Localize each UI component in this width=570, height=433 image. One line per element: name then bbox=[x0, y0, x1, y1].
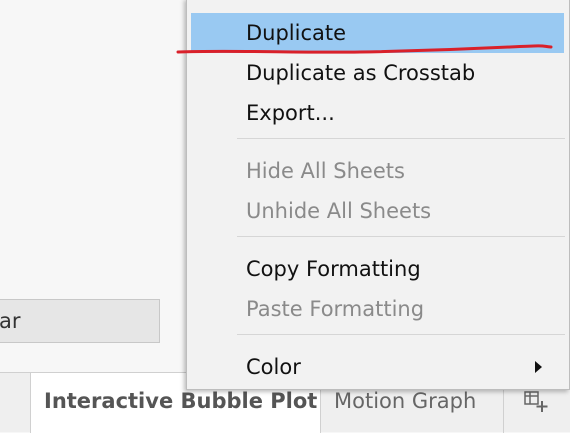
menu-separator bbox=[237, 138, 565, 139]
menu-item-unhide-all-sheets: Unhide All Sheets bbox=[246, 199, 432, 223]
menu-item-paste-formatting: Paste Formatting bbox=[246, 297, 425, 321]
menu-separator bbox=[237, 236, 565, 237]
menu-item-copy-formatting[interactable]: Copy Formatting bbox=[191, 249, 564, 289]
menu-item-hide-all-sheets: Hide All Sheets bbox=[246, 159, 405, 183]
context-menu: Duplicate Duplicate as Crosstab Export..… bbox=[186, 0, 570, 390]
new-worksheet-icon bbox=[524, 391, 548, 412]
menu-item-color[interactable]: Color bbox=[191, 347, 564, 387]
filter-field[interactable]: ar bbox=[0, 299, 160, 343]
menu-item-export[interactable]: Export... bbox=[191, 93, 564, 133]
menu-separator bbox=[237, 334, 565, 335]
menu-item-color-label: Color bbox=[246, 355, 301, 379]
submenu-arrow-icon bbox=[535, 361, 542, 373]
menu-item-duplicate[interactable]: Duplicate bbox=[191, 13, 564, 53]
menu-item-duplicate-as-crosstab[interactable]: Duplicate as Crosstab bbox=[191, 53, 564, 93]
